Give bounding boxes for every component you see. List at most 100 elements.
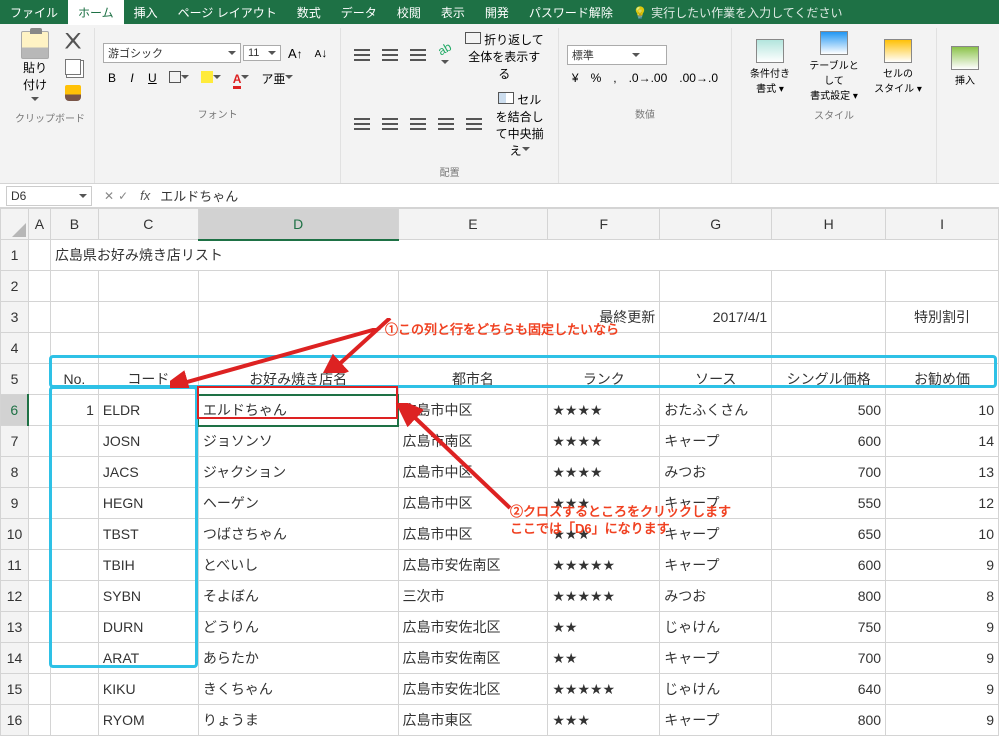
percent-format-button[interactable]: % [586, 68, 607, 88]
row-header-6[interactable]: 6 [1, 395, 29, 426]
cell[interactable] [772, 302, 886, 333]
cell[interactable] [772, 333, 886, 364]
row-header-2[interactable]: 2 [1, 271, 29, 302]
cell[interactable] [98, 302, 198, 333]
cell[interactable]: JOSN [98, 426, 198, 457]
wrap-text-button[interactable]: 折り返して全体を表示する [459, 28, 550, 85]
cell[interactable]: 広島市中区 [398, 488, 548, 519]
cell[interactable] [50, 612, 98, 643]
cell[interactable]: 9 [886, 674, 999, 705]
name-box[interactable]: D6 [6, 186, 92, 206]
merge-button[interactable]: セルを結合して中央揃え [489, 88, 550, 162]
formula-input[interactable]: エルドちゃん [156, 184, 999, 207]
copy-button[interactable] [60, 56, 86, 81]
cell[interactable]: 600 [772, 426, 886, 457]
cell[interactable]: 10 [886, 395, 999, 426]
tab-password[interactable]: パスワード解除 [519, 0, 623, 25]
align-right-button[interactable] [405, 88, 431, 162]
cell[interactable] [50, 302, 98, 333]
cell-styles-button[interactable]: セルのスタイル ▾ [868, 36, 928, 98]
cell[interactable]: 特別割引 [886, 302, 999, 333]
cell[interactable]: 広島市安佐北区 [398, 674, 548, 705]
cell[interactable]: キャープ [660, 705, 772, 736]
cell[interactable]: 広島市東区 [398, 705, 548, 736]
cell[interactable]: 9 [886, 550, 999, 581]
cell[interactable]: 9 [886, 705, 999, 736]
row-header-9[interactable]: 9 [1, 488, 29, 519]
cell[interactable]: 広島市安佐南区 [398, 550, 548, 581]
cell[interactable]: 都市名 [398, 364, 548, 395]
font-size-combo[interactable]: 11 [243, 45, 281, 61]
cell[interactable]: HEGN [98, 488, 198, 519]
cell[interactable]: 640 [772, 674, 886, 705]
cell[interactable] [98, 333, 198, 364]
cell[interactable] [50, 271, 98, 302]
increase-indent-button[interactable] [461, 88, 487, 162]
format-painter-button[interactable] [60, 82, 86, 107]
decrease-indent-button[interactable] [433, 88, 459, 162]
cell[interactable] [28, 612, 50, 643]
cell[interactable] [50, 705, 98, 736]
row-header-11[interactable]: 11 [1, 550, 29, 581]
cell[interactable]: 800 [772, 705, 886, 736]
insert-cells-button[interactable]: 挿入 [945, 43, 985, 90]
phonetic-button[interactable]: ア亜 [256, 67, 298, 90]
cell[interactable] [28, 240, 50, 271]
increase-decimal-button[interactable]: .0→.00 [624, 68, 673, 88]
cell[interactable]: ランク [548, 364, 660, 395]
cell[interactable]: 広島市中区 [398, 519, 548, 550]
col-header-a[interactable]: A [28, 209, 50, 240]
cell[interactable]: ELDR [98, 395, 198, 426]
cell[interactable] [50, 581, 98, 612]
cell[interactable] [28, 643, 50, 674]
cell[interactable]: SYBN [98, 581, 198, 612]
cell[interactable]: No. [50, 364, 98, 395]
conditional-formatting-button[interactable]: 条件付き書式 ▾ [740, 36, 800, 98]
cell[interactable]: 広島市安佐南区 [398, 643, 548, 674]
cell[interactable]: きくちゃん [198, 674, 398, 705]
tab-view[interactable]: 表示 [431, 0, 475, 25]
increase-font-button[interactable]: A↑ [283, 43, 308, 64]
cell[interactable] [50, 488, 98, 519]
cell[interactable]: 広島市中区 [398, 457, 548, 488]
fill-color-button[interactable] [196, 68, 226, 89]
cell[interactable]: ★★★★ [548, 395, 660, 426]
paste-button[interactable]: 貼り付け [14, 28, 56, 108]
cut-button[interactable] [60, 30, 86, 55]
cell[interactable] [198, 302, 398, 333]
cell[interactable]: 650 [772, 519, 886, 550]
cell[interactable]: 800 [772, 581, 886, 612]
cell[interactable]: ジャクション [198, 457, 398, 488]
cell[interactable]: 13 [886, 457, 999, 488]
tab-home[interactable]: ホーム [68, 0, 124, 25]
tellme-search[interactable]: 💡 実行したい作業を入力してください [623, 0, 853, 25]
cell[interactable]: 12 [886, 488, 999, 519]
cell[interactable] [50, 643, 98, 674]
italic-button[interactable]: I [123, 68, 141, 88]
cell[interactable]: エルドちゃん [198, 395, 398, 426]
cell[interactable]: ★★★★ [548, 426, 660, 457]
cell[interactable] [660, 333, 772, 364]
tab-review[interactable]: 校閲 [387, 0, 431, 25]
cancel-entry-button[interactable]: ✕ [104, 189, 114, 203]
align-top-button[interactable] [349, 28, 375, 85]
number-format-combo[interactable]: 標準 [567, 45, 667, 65]
orientation-button[interactable]: ab [433, 28, 456, 85]
cell[interactable]: KIKU [98, 674, 198, 705]
cell[interactable]: 広島県お好み焼き店リスト [50, 240, 998, 271]
row-header-15[interactable]: 15 [1, 674, 29, 705]
cell[interactable]: おたふくさん [660, 395, 772, 426]
cell[interactable]: ★★★★★ [548, 550, 660, 581]
row-header-13[interactable]: 13 [1, 612, 29, 643]
cell[interactable]: 三次市 [398, 581, 548, 612]
cell[interactable]: お好み焼き店名 [198, 364, 398, 395]
cell[interactable] [660, 271, 772, 302]
cell[interactable]: ★★ [548, 643, 660, 674]
col-header-b[interactable]: B [50, 209, 98, 240]
cell[interactable] [98, 271, 198, 302]
row-header-10[interactable]: 10 [1, 519, 29, 550]
cell[interactable] [886, 271, 999, 302]
align-center-button[interactable] [377, 88, 403, 162]
cell[interactable]: 600 [772, 550, 886, 581]
tab-data[interactable]: データ [331, 0, 387, 25]
